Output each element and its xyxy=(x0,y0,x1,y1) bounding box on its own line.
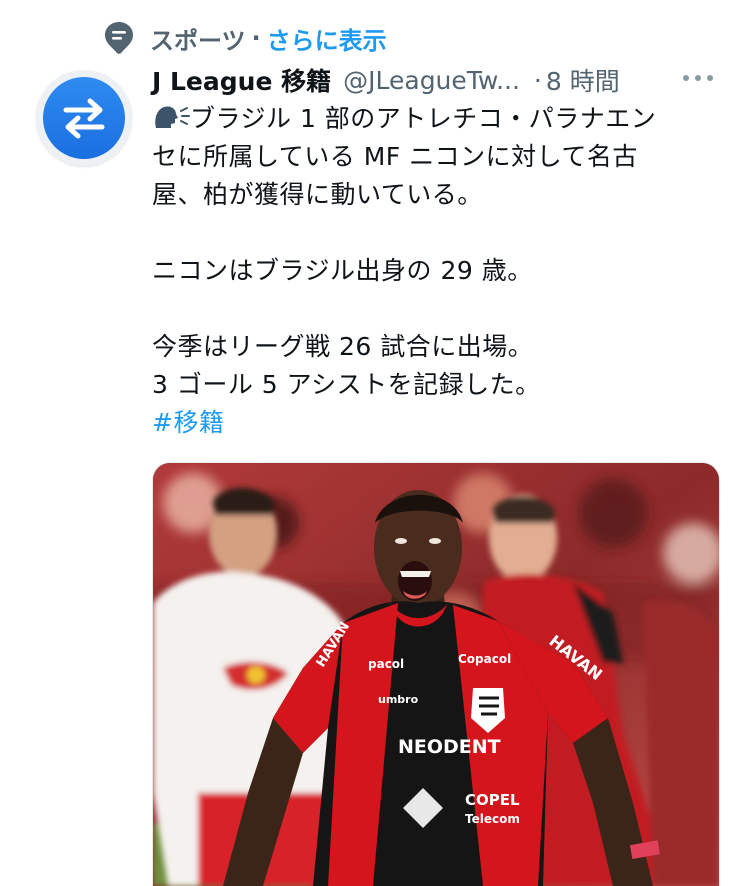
context-separator: · xyxy=(251,24,261,52)
tweet-line: 屋、柏が獲得に動いている。 xyxy=(152,180,483,209)
tweet-line-text: ブラジル 1 部のアトレチコ・パラナエン xyxy=(190,104,657,133)
sponsor-right-text: Copacol xyxy=(458,652,511,666)
tweet-line: 3 ゴール 5 アシストを記録した。 xyxy=(152,370,541,399)
topic-icon xyxy=(105,22,133,54)
brand-text: umbro xyxy=(378,693,419,706)
sponsor-left-text: pacol xyxy=(368,657,404,671)
avatar-background xyxy=(43,77,125,159)
tweet-line: ブラジル 1 部のアトレチコ・パラナエン xyxy=(152,100,722,138)
show-more-link[interactable]: さらに表示 xyxy=(267,21,387,56)
topic-label: スポーツ xyxy=(150,26,246,55)
user-handle[interactable]: @JLeagueTw... xyxy=(343,66,520,95)
sponsor-lower-text: COPEL xyxy=(465,791,520,809)
time-separator: · xyxy=(533,65,542,95)
timestamp[interactable]: 8 時間 xyxy=(546,62,620,98)
display-name[interactable]: J League 移籍 xyxy=(152,62,331,98)
tweet-line: セに所属している MF ニコンに対して名古 xyxy=(152,142,638,171)
tweet-line: 今季はリーグ戦 26 試合に出場。 xyxy=(152,332,534,361)
sponsor-lower2-text: Telecom xyxy=(465,812,520,826)
tweet-line: ニコンはブラジル出身の 29 歳。 xyxy=(152,256,533,285)
photo-player-celebrating: pacol Copacol umbro NEODENT HAVAN HAVAN … xyxy=(153,463,719,886)
avatar[interactable] xyxy=(36,70,132,166)
speaking-head-icon xyxy=(155,106,190,128)
sponsor-chest-text: NEODENT xyxy=(398,736,501,758)
more-options-icon[interactable] xyxy=(678,66,718,90)
social-context-row: スポーツ · さらに表示 xyxy=(104,18,387,58)
tweet-photo[interactable]: pacol Copacol umbro NEODENT HAVAN HAVAN … xyxy=(152,462,720,886)
tweet-text: ブラジル 1 部のアトレチコ・パラナエン セに所属している MF ニコンに対して… xyxy=(152,100,722,442)
hashtag-link[interactable]: #移籍 xyxy=(152,408,224,437)
tweet-header: J League 移籍 @JLeagueTw... · 8 時間 xyxy=(152,60,722,100)
swap-arrows-icon xyxy=(63,98,105,139)
